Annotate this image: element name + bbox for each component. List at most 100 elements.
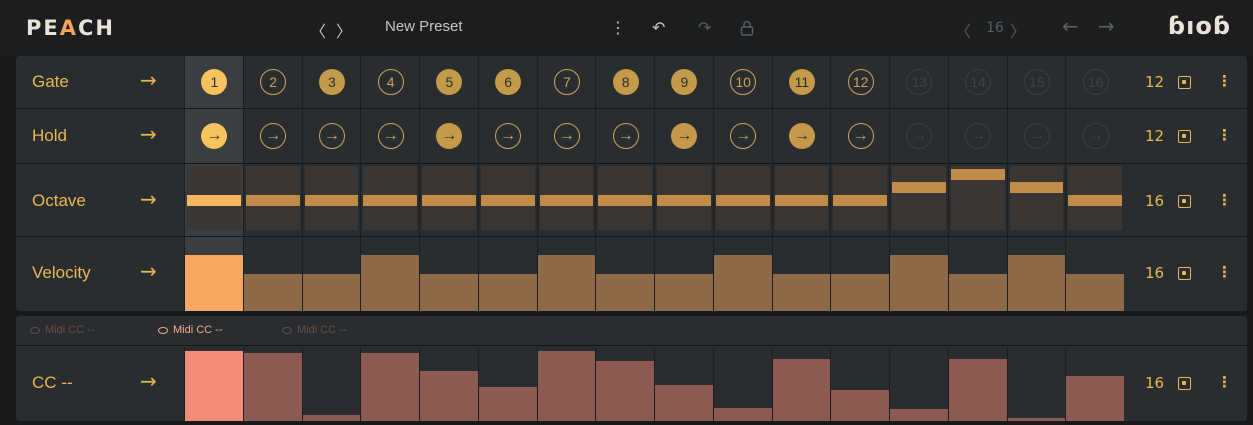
gate-step[interactable]: 7	[536, 56, 596, 108]
velocity-step[interactable]	[419, 237, 478, 311]
velocity-bar[interactable]	[655, 274, 713, 311]
octave-level-bar[interactable]	[422, 195, 476, 206]
velocity-bar[interactable]	[1007, 255, 1066, 311]
gate-step[interactable]: 13	[889, 56, 948, 108]
gate-step[interactable]: 5	[419, 56, 478, 108]
preset-prev-button[interactable]: 〈	[310, 18, 326, 42]
velocity-bar[interactable]	[1066, 274, 1124, 311]
gate-step-toggle[interactable]: 1	[201, 69, 228, 95]
gate-step[interactable]: 8	[595, 56, 654, 108]
hold-step[interactable]: →	[301, 109, 361, 163]
gate-step-toggle[interactable]: 8	[612, 69, 639, 95]
velocity-step[interactable]	[301, 237, 361, 311]
octave-level-bar[interactable]	[304, 195, 359, 206]
preset-name[interactable]: New Preset	[385, 18, 463, 35]
cc-bar[interactable]	[361, 353, 419, 421]
gate-step-toggle[interactable]: 5	[436, 69, 463, 95]
cc-step[interactable]	[477, 347, 537, 421]
velocity-bar[interactable]	[185, 255, 243, 311]
octave-step[interactable]	[830, 164, 889, 236]
gate-step-toggle[interactable]: 10	[730, 69, 757, 95]
octave-step[interactable]	[654, 164, 713, 236]
velocity-step[interactable]	[477, 237, 537, 311]
hold-arrow-icon[interactable]: →	[847, 123, 874, 149]
gate-step[interactable]: 2	[242, 56, 302, 108]
velocity-bar[interactable]	[537, 255, 596, 311]
cc-bar[interactable]	[243, 353, 302, 421]
gate-step-toggle[interactable]: 16	[1082, 69, 1109, 95]
cc-bar[interactable]	[1007, 417, 1066, 421]
octave-level-bar[interactable]	[1009, 182, 1064, 193]
gate-step-toggle[interactable]: 15	[1023, 69, 1050, 95]
hold-step[interactable]: →	[1065, 109, 1124, 163]
gate-step-toggle[interactable]: 7	[553, 69, 580, 95]
velocity-lane-menu-icon[interactable]: ⋮	[1217, 263, 1232, 281]
cc-step[interactable]	[771, 347, 831, 421]
gate-step-toggle[interactable]: 4	[377, 69, 404, 95]
octave-step[interactable]	[536, 164, 596, 236]
octave-level-bar[interactable]	[363, 195, 417, 206]
gate-step[interactable]: 12	[830, 56, 889, 108]
gate-step-toggle[interactable]: 9	[671, 69, 698, 95]
cc-step[interactable]	[360, 347, 419, 421]
preset-menu-icon[interactable]: ⋮	[610, 18, 626, 37]
hold-step[interactable]: →	[830, 109, 889, 163]
cc-step[interactable]	[947, 347, 1007, 421]
octave-step[interactable]	[360, 164, 419, 236]
cc-bar[interactable]	[890, 409, 948, 421]
gate-step[interactable]: 6	[477, 56, 537, 108]
velocity-step[interactable]	[771, 237, 831, 311]
octave-step[interactable]	[712, 164, 772, 236]
preset-next-button[interactable]: 〉	[336, 18, 352, 42]
octave-level-bar[interactable]	[950, 169, 1005, 180]
cc-step[interactable]	[1006, 347, 1066, 421]
gate-step-toggle[interactable]: 11	[788, 69, 815, 95]
octave-step[interactable]	[1006, 164, 1066, 236]
hold-arrow-icon[interactable]: →	[553, 123, 580, 149]
octave-step[interactable]	[419, 164, 478, 236]
cc-bar[interactable]	[1066, 375, 1124, 421]
hold-lane-arrow-icon[interactable]: →	[140, 122, 157, 146]
cc-step[interactable]	[830, 347, 889, 421]
nav-right-arrow-icon[interactable]: →	[1098, 14, 1115, 38]
octave-randomize-dice-icon[interactable]	[1178, 195, 1191, 208]
hold-step[interactable]: →	[360, 109, 419, 163]
gate-step[interactable]: 4	[360, 56, 419, 108]
octave-level-bar[interactable]	[892, 182, 946, 193]
hold-arrow-icon[interactable]: →	[906, 123, 933, 149]
velocity-bar[interactable]	[596, 274, 654, 311]
gate-step[interactable]: 16	[1065, 56, 1124, 108]
velocity-step[interactable]	[947, 237, 1007, 311]
octave-level-bar[interactable]	[657, 195, 711, 206]
velocity-step[interactable]	[536, 237, 596, 311]
velocity-bar[interactable]	[302, 274, 361, 311]
hold-step[interactable]: →	[419, 109, 478, 163]
octave-step[interactable]	[889, 164, 948, 236]
gate-step-toggle[interactable]: 13	[906, 69, 933, 95]
gate-step-toggle[interactable]: 6	[495, 69, 522, 95]
velocity-bar[interactable]	[243, 274, 302, 311]
hold-step[interactable]: →	[536, 109, 596, 163]
velocity-step[interactable]	[595, 237, 654, 311]
cc-bar[interactable]	[655, 384, 713, 421]
cc-randomize-dice-icon[interactable]	[1178, 377, 1191, 390]
velocity-step[interactable]	[654, 237, 713, 311]
hold-arrow-icon[interactable]: →	[495, 123, 522, 149]
undo-icon[interactable]: ↶	[652, 18, 665, 37]
gate-step-toggle[interactable]: 14	[965, 69, 992, 95]
octave-step[interactable]	[242, 164, 302, 236]
velocity-lane-arrow-icon[interactable]: →	[140, 259, 157, 283]
gate-step[interactable]: 1	[184, 56, 243, 108]
cc-step[interactable]	[889, 347, 948, 421]
octave-step[interactable]	[477, 164, 537, 236]
hold-arrow-icon[interactable]: →	[671, 123, 698, 149]
octave-level-bar[interactable]	[480, 195, 535, 206]
velocity-bar[interactable]	[361, 255, 419, 311]
octave-step[interactable]	[595, 164, 654, 236]
redo-icon[interactable]: ↷	[698, 18, 711, 37]
hold-step[interactable]: →	[889, 109, 948, 163]
cc-step[interactable]	[536, 347, 596, 421]
hold-step[interactable]: →	[184, 109, 243, 163]
cc-bar[interactable]	[713, 407, 772, 421]
cc-lane-menu-icon[interactable]: ⋮	[1217, 373, 1232, 391]
